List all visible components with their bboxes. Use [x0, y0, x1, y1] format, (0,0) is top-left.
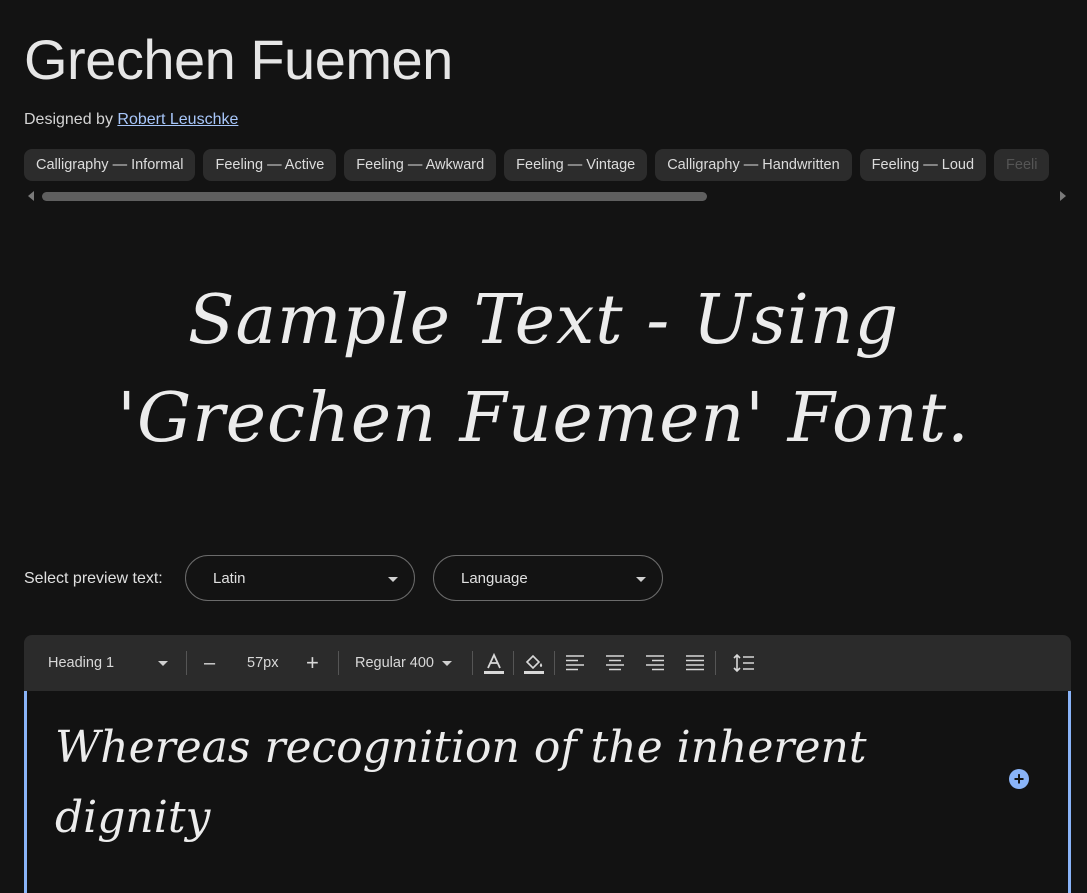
align-center-button[interactable] [605, 635, 625, 691]
font-title: Grechen Fuemen [24, 28, 453, 91]
tag-calligraphy-informal[interactable]: Calligraphy — Informal [24, 149, 196, 181]
text-style-value: Heading 1 [48, 655, 115, 671]
tag-calligraphy-handwritten[interactable]: Calligraphy — Handwritten [655, 149, 852, 181]
paint-bucket-icon [524, 654, 544, 674]
scroll-right-arrow-icon[interactable] [1060, 191, 1066, 201]
tag-feeling-loud[interactable]: Feeling — Loud [859, 149, 987, 181]
add-plus-icon[interactable]: + [1009, 769, 1029, 789]
designer-link[interactable]: Robert Leuschke [117, 111, 238, 128]
toolbar-divider [513, 651, 514, 675]
toolbar-divider [715, 651, 716, 675]
font-weight-dropdown[interactable]: Regular 400 [355, 635, 453, 691]
select-preview-label: Select preview text: [24, 570, 163, 587]
chevron-down-icon [636, 577, 646, 582]
align-right-icon [646, 655, 664, 671]
designed-by-label: Designed by [24, 111, 113, 128]
text-style-dropdown[interactable]: Heading 1 [48, 635, 169, 691]
align-justify-button[interactable] [685, 635, 705, 691]
toolbar-divider [472, 651, 473, 675]
text-color-button[interactable] [483, 635, 505, 691]
language-select-value: Language [461, 570, 528, 587]
align-left-icon [566, 655, 584, 671]
tag-scrollbar-thumb[interactable] [42, 192, 707, 201]
align-right-button[interactable] [645, 635, 665, 691]
tag-feeling-vintage[interactable]: Feeling — Vintage [504, 149, 648, 181]
line-height-button[interactable] [733, 635, 755, 691]
tag-feeling-awkward[interactable]: Feeling — Awkward [344, 149, 497, 181]
editor-text[interactable]: Whereas recognition of the inherent dign… [55, 713, 935, 853]
preview-line-1: Sample Text - Using [187, 281, 900, 360]
chevron-down-icon [388, 577, 398, 582]
script-select[interactable]: Latin [185, 555, 415, 601]
editor-toolbar: Heading 1 – 57px + Regular 400 [24, 635, 1071, 691]
align-left-button[interactable] [565, 635, 585, 691]
highlight-color-button[interactable] [523, 635, 545, 691]
font-size-value[interactable]: 57px [247, 635, 278, 691]
tag-feeling-active[interactable]: Feeling — Active [203, 149, 337, 181]
designer-line: Designed by Robert Leuschke [24, 111, 238, 129]
tag-list: Calligraphy — Informal Feeling — Active Fe… [24, 149, 1087, 181]
increase-size-button[interactable]: + [306, 635, 319, 691]
preview-editor[interactable]: Whereas recognition of the inherent dign… [24, 691, 1071, 893]
script-select-value: Latin [213, 570, 246, 587]
align-justify-icon [686, 655, 704, 671]
chevron-down-icon [158, 660, 169, 666]
font-weight-value: Regular 400 [355, 655, 434, 671]
preview-line-2: 'Grechen Fuemen' Font. [117, 379, 970, 458]
tag-partial[interactable]: Feeli [994, 149, 1050, 181]
align-center-icon [606, 655, 624, 671]
toolbar-divider [186, 651, 187, 675]
text-color-icon [484, 653, 504, 674]
line-spacing-icon [733, 653, 754, 673]
decrease-size-button[interactable]: – [204, 635, 215, 691]
chevron-down-icon [442, 660, 453, 666]
toolbar-divider [554, 651, 555, 675]
toolbar-divider [338, 651, 339, 675]
language-select[interactable]: Language [433, 555, 663, 601]
font-preview-sample: Sample Text - Using 'Grechen Fuemen' Fon… [0, 272, 1087, 468]
scroll-left-arrow-icon[interactable] [28, 191, 34, 201]
